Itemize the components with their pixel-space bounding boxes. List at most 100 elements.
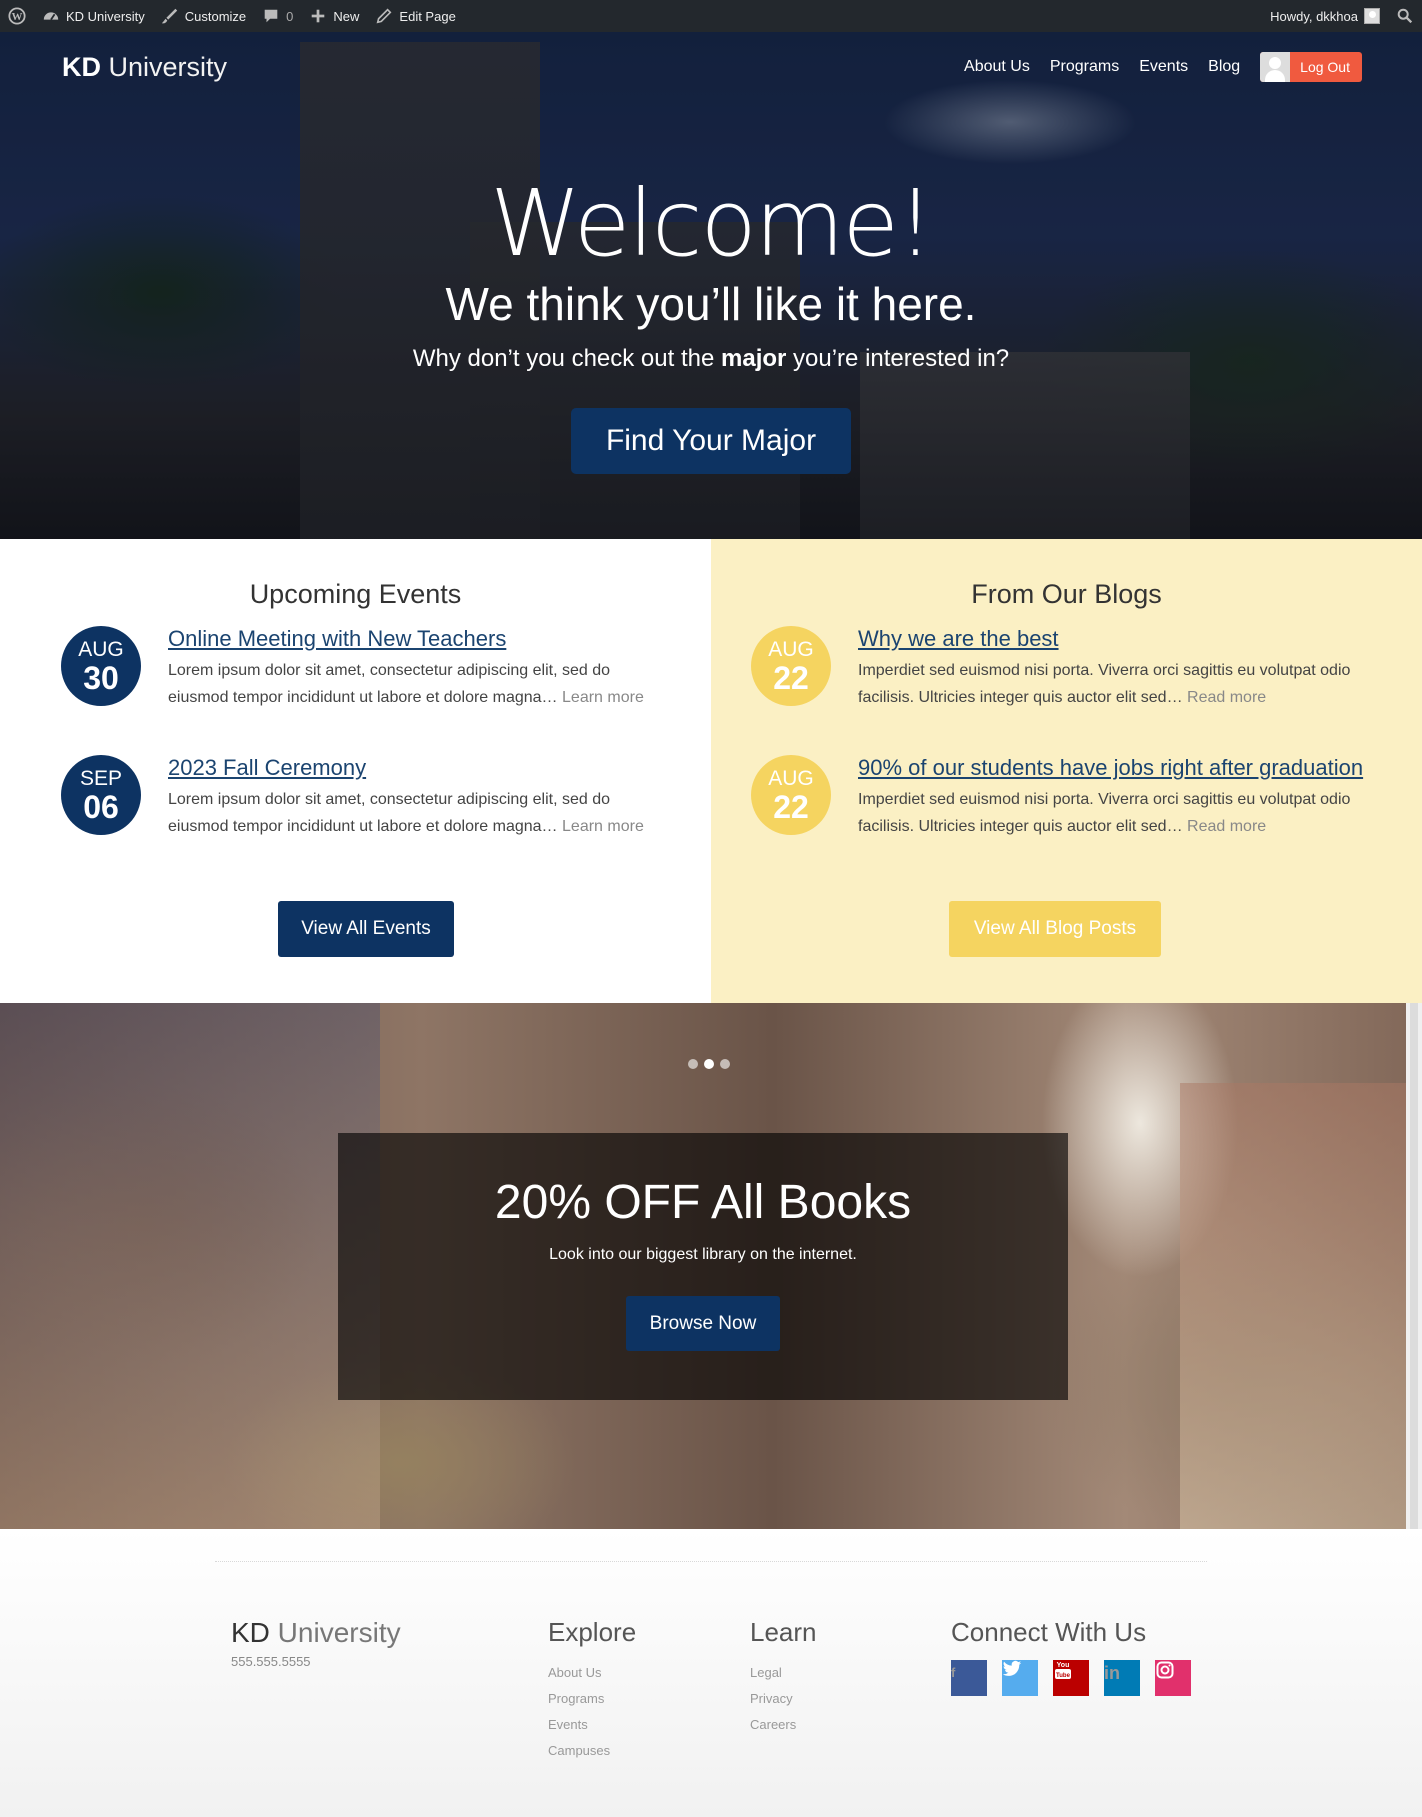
footer-learn-column: Learn Legal Privacy Careers — [750, 1617, 817, 1738]
blog-title-link[interactable]: 90% of our students have jobs right afte… — [858, 755, 1363, 781]
footer-connect-column: Connect With Us f You Tube in — [951, 1617, 1191, 1696]
user-avatar-icon — [1260, 52, 1291, 82]
footer-phone: 555.555.5555 — [231, 1654, 311, 1669]
site-logo[interactable]: KD University — [62, 52, 227, 83]
event-month: SEP — [79, 767, 123, 790]
comment-icon — [264, 9, 278, 23]
social-links: f You Tube in — [951, 1660, 1191, 1696]
svg-text:W: W — [12, 11, 23, 23]
books-background-right — [1180, 1083, 1406, 1529]
event-desc-text: Lorem ipsum dolor sit amet, consectetur … — [168, 791, 610, 835]
blog-day: 22 — [773, 789, 809, 825]
promo-title: 20% OFF All Books — [494, 1176, 912, 1229]
event-description: Lorem ipsum dolor sit amet, consectetur … — [168, 786, 663, 840]
event-title-link[interactable]: Online Meeting with New Teachers — [168, 626, 506, 652]
dashboard-icon — [43, 12, 59, 21]
footer-link-privacy[interactable]: Privacy — [750, 1686, 817, 1712]
brush-icon — [161, 8, 177, 24]
admin-site-link[interactable]: KD University — [34, 0, 153, 32]
event-month: AUG — [78, 638, 124, 661]
admin-customize-link[interactable]: Customize — [153, 0, 254, 32]
youtube-icon[interactable]: You Tube — [1053, 1660, 1089, 1696]
footer-link-events[interactable]: Events — [548, 1712, 636, 1738]
blog-date-badge: AUG 22 — [751, 626, 831, 706]
page-scrollbar[interactable] — [1406, 1003, 1422, 1529]
blog-description: Imperdiet sed euismod nisi porta. Viverr… — [858, 657, 1353, 711]
hero-question-post: you’re interested in? — [786, 345, 1010, 372]
instagram-icon[interactable] — [1155, 1660, 1191, 1696]
admin-account-menu[interactable]: Howdy, dkkhoa — [1262, 0, 1388, 32]
admin-edit-label: Edit Page — [399, 8, 456, 24]
nav-programs[interactable]: Programs — [1050, 58, 1119, 76]
hero-section: KD University About Us Programs Events B… — [0, 32, 1422, 539]
nav-events[interactable]: Events — [1139, 58, 1188, 76]
read-more-link[interactable]: Read more — [1187, 818, 1266, 835]
blogs-title: From Our Blogs — [971, 579, 1162, 609]
blog-desc-text: Imperdiet sed euismod nisi porta. Viverr… — [858, 791, 1351, 835]
footer-link-legal[interactable]: Legal — [750, 1660, 817, 1686]
facebook-icon[interactable]: f — [951, 1660, 987, 1696]
footer-link-about-us[interactable]: About Us — [548, 1660, 636, 1686]
learn-more-link[interactable]: Learn more — [562, 818, 644, 835]
admin-site-label: KD University — [66, 8, 145, 24]
admin-new-label: New — [333, 8, 360, 24]
footer-logo-bold: KD — [231, 1617, 270, 1648]
upcoming-events-section: Upcoming Events AUG 30 Online Meeting wi… — [0, 539, 711, 1003]
promo-slider: 20% OFF All Books Look into our biggest … — [0, 1003, 1406, 1529]
blogs-section: From Our Blogs AUG 22 Why we are the bes… — [711, 539, 1422, 1003]
main-nav: About Us Programs Events Blog Log Out — [964, 52, 1362, 82]
nav-about-us[interactable]: About Us — [964, 58, 1030, 76]
event-day: 06 — [83, 789, 119, 825]
blog-day: 22 — [773, 660, 809, 696]
slider-dot-3[interactable] — [720, 1059, 730, 1069]
blog-month: AUG — [768, 767, 814, 790]
slider-dot-1[interactable] — [688, 1059, 698, 1069]
slider-dots — [688, 1059, 730, 1069]
footer-explore-column: Explore About Us Programs Events Campuse… — [548, 1617, 636, 1764]
event-description: Lorem ipsum dolor sit amet, consectetur … — [168, 657, 663, 711]
footer-link-careers[interactable]: Careers — [750, 1712, 817, 1738]
nav-blog[interactable]: Blog — [1208, 58, 1240, 76]
admin-edit-link[interactable]: Edit Page — [367, 0, 463, 32]
scrollbar-thumb[interactable] — [1410, 1003, 1418, 1529]
event-day: 30 — [83, 660, 119, 696]
blog-title-link[interactable]: Why we are the best — [858, 626, 1059, 652]
footer-logo[interactable]: KD University — [231, 1617, 401, 1649]
learn-more-link[interactable]: Learn more — [562, 689, 644, 706]
footer-link-campuses[interactable]: Campuses — [548, 1738, 636, 1764]
footer-link-programs[interactable]: Programs — [548, 1686, 636, 1712]
footer: KD University 555.555.5555 Explore About… — [0, 1529, 1422, 1817]
avatar — [1364, 8, 1380, 24]
wordpress-icon: W — [8, 7, 26, 25]
hero-question: Why don’t you check out the major you’re… — [0, 345, 1422, 373]
admin-customize-label: Customize — [184, 8, 247, 24]
svg-text:You: You — [1057, 1662, 1070, 1669]
find-your-major-button[interactable]: Find Your Major — [571, 408, 851, 474]
footer-connect-title: Connect With Us — [951, 1617, 1147, 1647]
logout-label: Log Out — [1300, 59, 1350, 75]
events-title: Upcoming Events — [249, 579, 462, 609]
twitter-icon[interactable] — [1002, 1660, 1038, 1696]
linkedin-icon[interactable]: in — [1104, 1660, 1140, 1696]
event-title-link[interactable]: 2023 Fall Ceremony — [168, 755, 366, 781]
slider-dot-2[interactable] — [704, 1059, 714, 1069]
footer-learn-title: Learn — [750, 1617, 817, 1647]
view-all-events-button[interactable]: View All Events — [278, 901, 454, 957]
admin-comments-count: 0 — [286, 8, 294, 24]
blog-date-badge: AUG 22 — [751, 755, 831, 835]
footer-explore-title: Explore — [548, 1617, 637, 1647]
read-more-link[interactable]: Read more — [1187, 689, 1266, 706]
hero-welcome: Welcome! — [490, 170, 934, 277]
browse-now-button[interactable]: Browse Now — [626, 1296, 780, 1351]
logo-bold: KD — [62, 52, 101, 82]
view-all-blog-posts-button[interactable]: View All Blog Posts — [949, 901, 1161, 957]
logout-button[interactable]: Log Out — [1260, 52, 1362, 82]
footer-divider — [215, 1561, 1207, 1562]
wordpress-logo-button[interactable]: W — [0, 0, 34, 32]
hero-question-pre: Why don’t you check out the — [412, 345, 721, 372]
logo-rest: University — [101, 52, 228, 82]
admin-search-button[interactable] — [1388, 0, 1422, 32]
admin-new-link[interactable]: New — [301, 0, 367, 32]
admin-comments-link[interactable]: 0 — [254, 0, 301, 32]
blog-desc-text: Imperdiet sed euismod nisi porta. Viverr… — [858, 662, 1351, 706]
